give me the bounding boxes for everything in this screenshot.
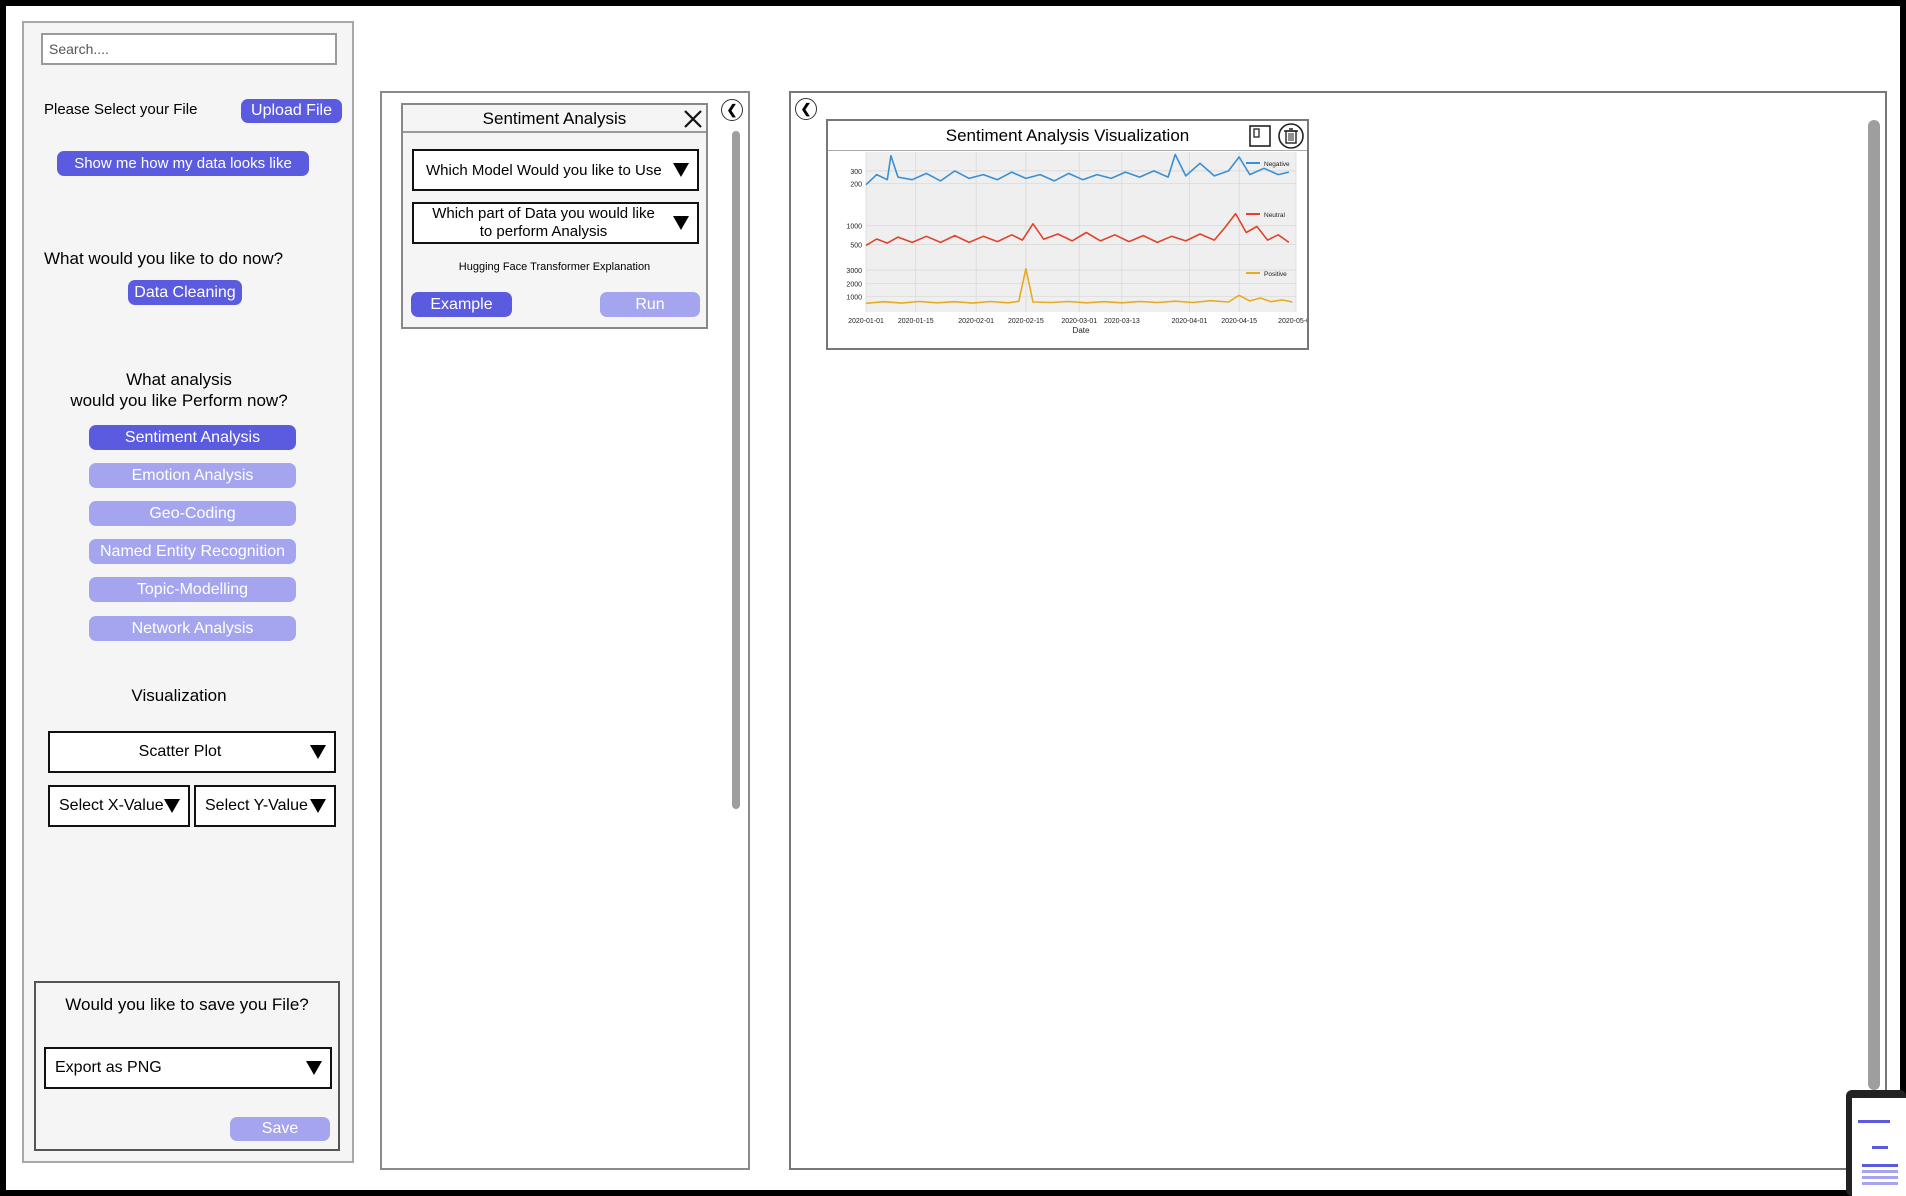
dropdown-arrow-icon: [673, 216, 689, 230]
close-icon[interactable]: [683, 109, 703, 129]
save-image-icon[interactable]: [1248, 124, 1272, 148]
collapse-visualization-panel-button[interactable]: ❮: [795, 98, 817, 120]
sentiment-analysis-button[interactable]: Sentiment Analysis: [89, 425, 296, 450]
select-file-label: Please Select your File: [44, 101, 198, 118]
sentiment-analysis-dialog: Sentiment Analysis Which Model Would you…: [401, 103, 708, 329]
visualization-panel-scrollbar[interactable]: [1868, 120, 1880, 1090]
dropdown-arrow-icon: [673, 163, 689, 177]
minimap-bar: [1858, 1120, 1890, 1123]
y-tick-label: 300: [850, 169, 862, 176]
model-explanation-link[interactable]: Hugging Face Transformer Explanation: [403, 261, 706, 273]
dialog-title-bar: Sentiment Analysis: [403, 105, 706, 133]
y-tick-label: 1000: [846, 224, 862, 231]
minimap-bar: [1862, 1176, 1898, 1179]
legend-label-negative: Negative: [1264, 161, 1290, 168]
y-tick-label: 200: [850, 181, 862, 188]
preview-data-button[interactable]: Show me how my data looks like: [57, 151, 309, 176]
named-entity-recognition-button[interactable]: Named Entity Recognition: [89, 539, 296, 564]
data-part-select-line2: to perform Analysis: [479, 223, 608, 240]
x-tick-label: 2020-03-13: [1104, 318, 1140, 325]
visualization-heading: Visualization: [131, 686, 227, 705]
model-select-value: Which Model Would you like to Use: [426, 161, 662, 179]
minimap-bar: [1872, 1146, 1888, 1149]
visualization-card-title: Sentiment Analysis Visualization: [828, 121, 1307, 151]
dropdown-arrow-icon: [310, 745, 326, 759]
collapse-analysis-panel-button[interactable]: ❮: [721, 99, 743, 121]
analysis-question-line1: What analysis: [126, 370, 232, 389]
dialog-title: Sentiment Analysis: [482, 109, 627, 128]
y-value-select[interactable]: Select Y-Value: [194, 785, 336, 827]
dropdown-arrow-icon: [306, 1061, 322, 1075]
chevron-left-icon: ❮: [726, 102, 738, 117]
visualization-card: Sentiment Analysis Visualization 200 300 N…: [826, 119, 1309, 350]
example-button[interactable]: Example: [411, 292, 512, 317]
data-part-select[interactable]: Which part of Data you would like to per…: [412, 202, 699, 244]
emotion-analysis-button[interactable]: Emotion Analysis: [89, 463, 296, 488]
x-tick-label: 2020-05-01: [1278, 318, 1307, 325]
analysis-question-line2: would you like Perform now?: [70, 391, 288, 410]
data-part-select-value: Which part of Data you would like to per…: [414, 205, 673, 241]
x-value-select-value: Select X-Value: [59, 797, 164, 814]
x-tick-label: 2020-01-15: [898, 318, 934, 325]
save-question: Would you like to save you File?: [65, 995, 309, 1014]
minimap-bar: [1862, 1182, 1898, 1185]
export-format-select-value: Export as PNG: [55, 1059, 162, 1076]
geo-coding-button[interactable]: Geo-Coding: [89, 501, 296, 526]
model-select[interactable]: Which Model Would you like to Use: [412, 149, 699, 191]
y-tick-label: 500: [850, 243, 862, 250]
dropdown-arrow-icon: [164, 799, 180, 813]
y-value-select-value: Select Y-Value: [205, 797, 308, 814]
trash-icon[interactable]: [1278, 123, 1304, 149]
analysis-panel-scrollbar[interactable]: [732, 131, 740, 809]
x-axis-label: Date: [1073, 326, 1090, 335]
data-part-select-line1: Which part of Data you would like: [432, 205, 655, 222]
topic-modelling-button[interactable]: Topic-Modelling: [89, 577, 296, 602]
y-tick-label: 2000: [846, 281, 862, 288]
minimap-preview-content: [1852, 1098, 1906, 1196]
x-tick-label: 2020-04-01: [1171, 318, 1207, 325]
dropdown-arrow-icon: [310, 799, 326, 813]
save-button[interactable]: Save: [230, 1117, 330, 1141]
data-cleaning-button[interactable]: Data Cleaning: [128, 280, 242, 305]
x-tick-label: 2020-04-15: [1221, 318, 1257, 325]
sentiment-line-chart: 200 300 Negative 500 1000 Neutral 1000 2000 3000…: [846, 152, 1307, 335]
left-sidebar: Please Select your File Upload File Show…: [22, 21, 354, 1163]
x-tick-label: 2020-02-01: [958, 318, 994, 325]
minimap-bar: [1862, 1170, 1898, 1173]
export-format-select[interactable]: Export as PNG: [44, 1047, 332, 1089]
legend-label-neutral: Neutral: [1264, 212, 1286, 219]
x-tick-label: 2020-03-01: [1061, 318, 1097, 325]
network-analysis-button[interactable]: Network Analysis: [89, 616, 296, 641]
save-file-section: Would you like to save you File? Export …: [34, 981, 340, 1151]
next-step-question: What would you like to do now?: [44, 249, 284, 268]
x-tick-label: 2020-02-15: [1008, 318, 1044, 325]
chevron-left-icon: ❮: [800, 101, 812, 116]
chart-type-select-value: Scatter Plot: [138, 743, 222, 760]
legend-label-positive: Positive: [1264, 271, 1287, 278]
upload-file-button[interactable]: Upload File: [241, 99, 342, 123]
x-tick-label: 2020-01-01: [848, 318, 884, 325]
y-tick-label: 1000: [846, 295, 862, 302]
y-tick-label: 3000: [846, 268, 862, 275]
run-button[interactable]: Run: [600, 292, 700, 317]
chart-type-select[interactable]: Scatter Plot: [48, 731, 336, 773]
search-input[interactable]: [41, 33, 337, 65]
minimap-bar: [1862, 1164, 1898, 1167]
x-value-select[interactable]: Select X-Value: [48, 785, 190, 827]
